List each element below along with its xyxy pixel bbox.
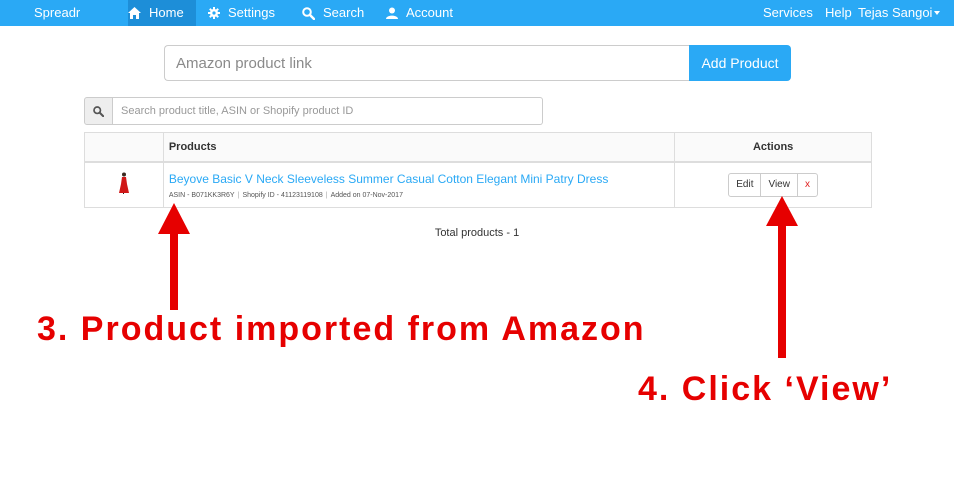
delete-button[interactable]: x [796, 172, 818, 197]
product-thumbnail-cell [84, 161, 164, 208]
search-icon [302, 6, 315, 20]
product-title-link[interactable]: Beyove Basic V Neck Sleeveless Summer Ca… [169, 172, 674, 186]
nav-help-link[interactable]: Help [825, 0, 852, 26]
product-search-form [84, 97, 543, 125]
top-navbar: Spreadr Home Settings Search Account Ser… [0, 0, 954, 26]
thumb-header [84, 132, 164, 163]
product-asin: ASIN - B071KK3R6Y [168, 192, 235, 200]
user-menu-dropdown[interactable]: Tejas Sangoi [858, 0, 941, 26]
user-name: Tejas Sangoi [858, 5, 933, 20]
table-header-row: Products Actions [84, 132, 872, 163]
meta-separator: | [237, 192, 240, 200]
total-products-count: Total products - 1 [434, 227, 520, 239]
nav-item-settings[interactable]: Settings [208, 0, 275, 26]
table-row: Beyove Basic V Neck Sleeveless Summer Ca… [84, 161, 872, 208]
search-icon [93, 105, 104, 117]
nav-item-label: Search [323, 5, 365, 20]
annotation-step-4: 4. Click ‘View’ [638, 370, 893, 408]
brand-logo[interactable]: Spreadr [34, 0, 80, 26]
view-button[interactable]: View [760, 172, 798, 197]
edit-button[interactable]: Edit [728, 172, 762, 197]
caret-down-icon [934, 11, 941, 15]
products-header: Products [162, 132, 676, 163]
annotation-step-3: 3. Product imported from Amazon [37, 310, 646, 348]
products-table: Products Actions Beyove Basic V Neck Sle… [84, 132, 872, 208]
nav-item-home[interactable]: Home [128, 0, 196, 26]
product-thumbnail[interactable] [118, 172, 129, 197]
add-product-button[interactable]: Add Product [689, 45, 791, 81]
product-actions-group: Edit View x [728, 172, 818, 197]
nav-item-search[interactable]: Search [302, 0, 364, 26]
product-added-date: Added on 07-Nov-2017 [330, 192, 403, 200]
meta-separator: | [325, 192, 328, 200]
actions-header: Actions [674, 132, 872, 163]
arrow-up-icon [766, 196, 798, 358]
product-search-input[interactable] [113, 97, 543, 125]
product-actions-cell: Edit View x [674, 161, 872, 208]
nav-item-account[interactable]: Account [386, 0, 453, 26]
user-icon [386, 7, 398, 19]
add-product-form: Add Product [164, 45, 791, 81]
arrow-up-icon [158, 203, 190, 310]
nav-item-label: Settings [228, 5, 275, 20]
home-icon [128, 7, 141, 19]
amazon-link-input[interactable] [164, 45, 689, 81]
product-shopify-id: Shopify ID - 41123119108 [242, 192, 323, 200]
product-meta: ASIN - B071KK3R6Y | Shopify ID - 411231191… [169, 192, 674, 199]
gear-icon [208, 7, 220, 19]
product-info-cell: Beyove Basic V Neck Sleeveless Summer Ca… [162, 161, 676, 208]
nav-item-label: Account [406, 5, 453, 20]
search-addon [84, 97, 113, 125]
nav-item-label: Home [149, 5, 184, 20]
nav-services-link[interactable]: Services [763, 0, 813, 26]
